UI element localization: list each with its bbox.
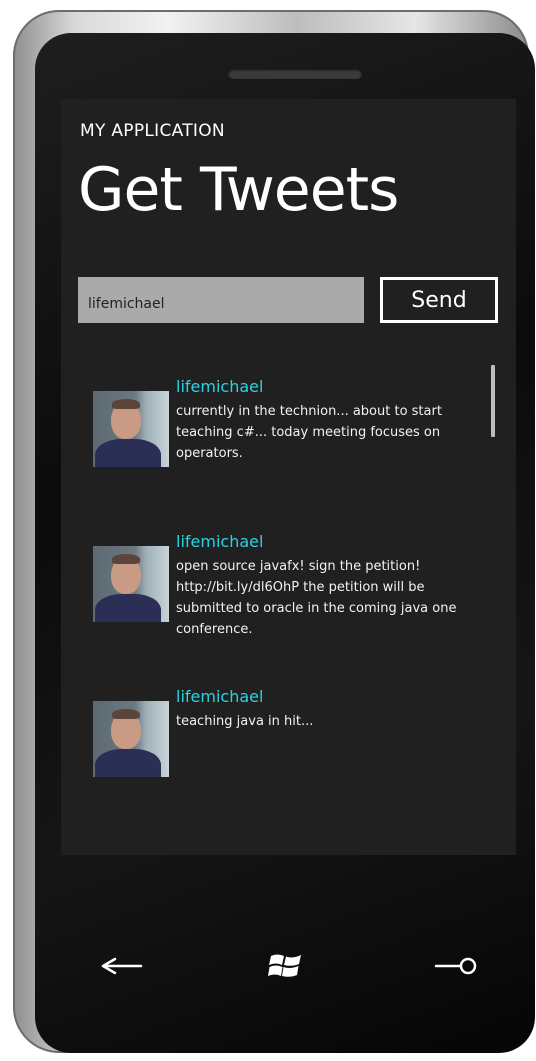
search-button[interactable] <box>427 948 487 988</box>
username-search-input[interactable] <box>78 277 364 323</box>
user-avatar <box>93 546 169 622</box>
phone-body: MY APPLICATION Get Tweets Send lifemicha… <box>35 33 535 1053</box>
application-title: MY APPLICATION <box>80 121 225 141</box>
user-avatar <box>93 701 169 777</box>
tweet-text: teaching java in hit... <box>176 714 314 729</box>
send-button[interactable]: Send <box>380 277 498 323</box>
tweet-text: open source javafx! sign the petition! h… <box>176 559 457 637</box>
tweet-username: lifemichael <box>176 532 264 551</box>
tweet-list[interactable]: lifemichael currently in the technion...… <box>93 367 493 837</box>
phone-frame: MY APPLICATION Get Tweets Send lifemicha… <box>13 10 535 1053</box>
page-title: Get Tweets <box>78 155 399 225</box>
hardware-buttons <box>35 938 535 998</box>
back-button[interactable] <box>93 948 153 988</box>
search-icon <box>434 955 480 981</box>
earpiece-speaker <box>228 69 362 79</box>
windows-logo-icon <box>268 950 304 986</box>
app-screen: MY APPLICATION Get Tweets Send lifemicha… <box>61 99 516 855</box>
start-button[interactable] <box>256 948 316 988</box>
list-scrollbar[interactable] <box>491 365 495 437</box>
back-arrow-icon <box>101 956 145 980</box>
user-avatar <box>93 391 169 467</box>
tweet-text: currently in the technion... about to st… <box>176 404 442 461</box>
tweet-username: lifemichael <box>176 687 264 706</box>
tweet-username: lifemichael <box>176 377 264 396</box>
